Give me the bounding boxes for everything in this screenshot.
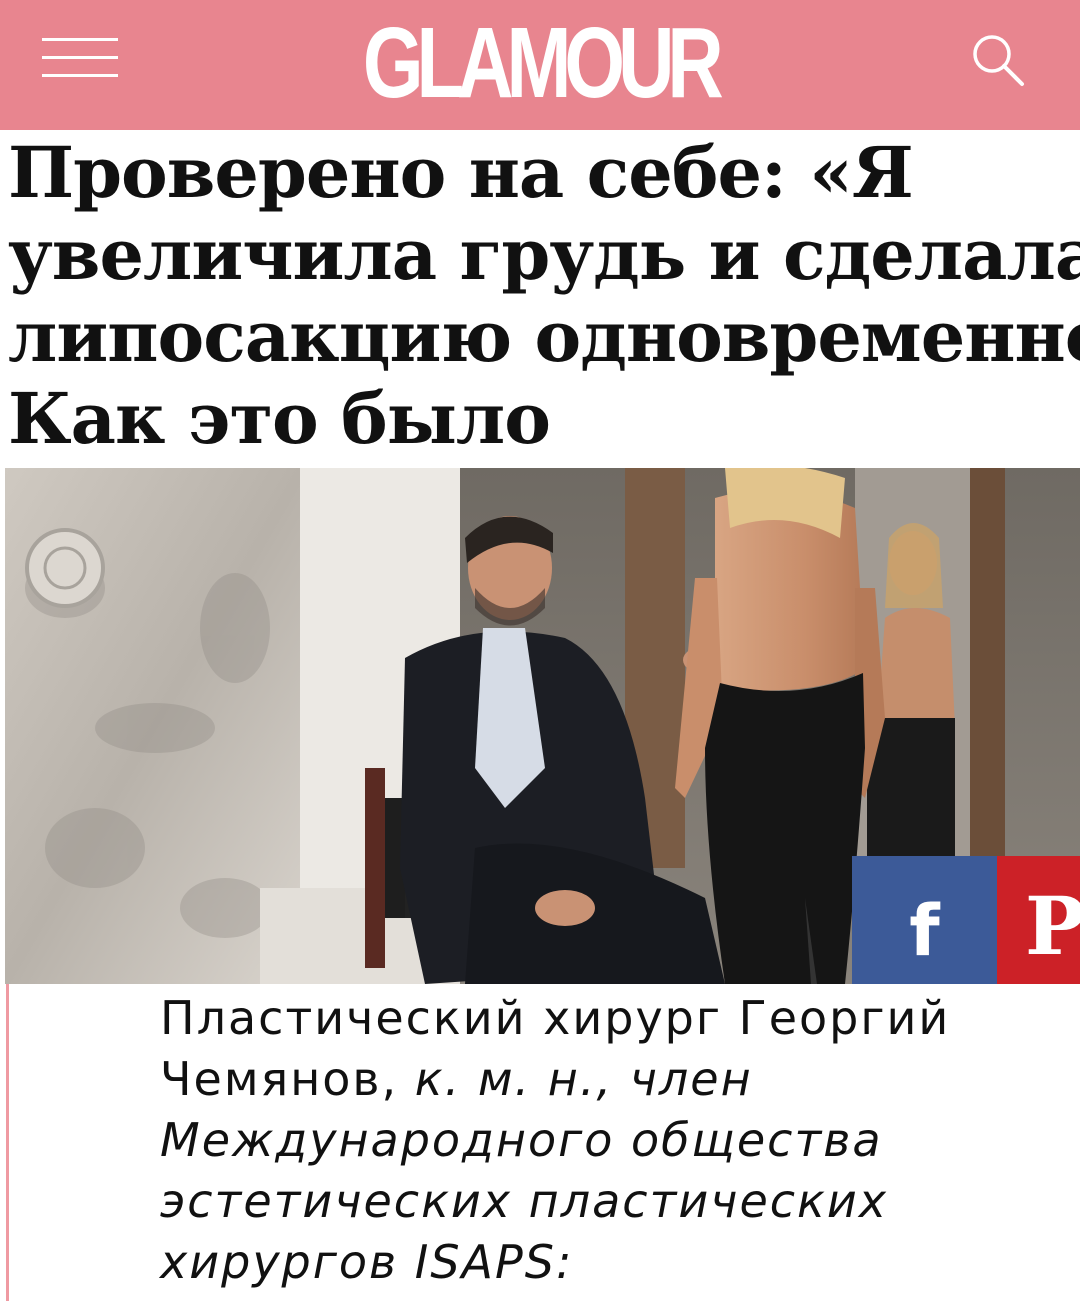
search-icon[interactable]: [968, 30, 1028, 90]
facebook-share-button[interactable]: f: [852, 856, 997, 984]
site-logo[interactable]: GLAMOUR: [0, 8, 1080, 118]
headline-line: Как это было: [8, 377, 551, 460]
lead-line: Пластический хирург Георгий: [160, 991, 951, 1045]
facebook-icon: f: [909, 890, 940, 972]
lead-line: хирургов ISAPS:: [160, 1235, 574, 1289]
lead-line: Международного общества: [160, 1113, 883, 1167]
lead-credentials: к. м. н., член: [414, 1052, 753, 1106]
headline-line: Проверено на себе: «Я: [8, 132, 914, 214]
headline-line: увеличила грудь и сделала: [8, 213, 1080, 296]
article-lead: Пластический хирург Георгий Чемянов, к. …: [160, 988, 1060, 1293]
pinterest-icon: P: [1025, 879, 1080, 973]
site-header: GLAMOUR: [0, 0, 1080, 130]
article-headline: Проверено на себе: «Я увеличила грудь и …: [8, 132, 1080, 460]
pinterest-share-button[interactable]: P: [997, 856, 1080, 984]
quote-divider: [6, 984, 9, 1301]
logo-text: GLAMOUR: [363, 7, 724, 119]
headline-line: липосакцию одновременно: [8, 295, 1080, 378]
lead-line: эстетических пластических: [160, 1174, 888, 1228]
lead-line: Чемянов,: [160, 1052, 415, 1106]
